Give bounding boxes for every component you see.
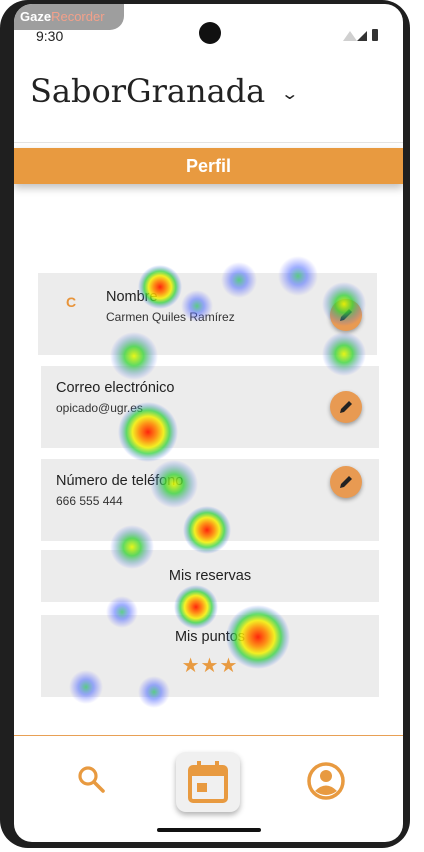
email-value: opicado@ugr.es	[56, 401, 143, 415]
pencil-icon	[340, 401, 352, 413]
email-card: Correo electrónico opicado@ugr.es	[41, 366, 379, 448]
account-icon	[307, 762, 345, 800]
battery-icon	[372, 29, 378, 41]
calendar-icon	[188, 761, 228, 803]
home-indicator	[157, 828, 261, 832]
nav-calendar-button[interactable]	[176, 752, 240, 812]
edit-name-button[interactable]	[330, 299, 362, 331]
app-screen: 9:30 SaborGranada ⌄ Perfil C Nombre Carm…	[14, 4, 403, 842]
phone-label: Número de teléfono	[56, 473, 184, 489]
status-icons	[343, 29, 383, 43]
phone-frame: 9:30 SaborGranada ⌄ Perfil C Nombre Carm…	[0, 0, 410, 848]
nav-search-button[interactable]	[76, 764, 106, 794]
nav-profile-button[interactable]	[306, 761, 346, 801]
search-icon	[78, 766, 105, 793]
phone-value: 666 555 444	[56, 494, 123, 508]
chevron-down-icon[interactable]: ⌄	[280, 84, 299, 104]
star-rating: ★★★	[181, 655, 239, 677]
pencil-icon	[340, 476, 352, 488]
reservations-label: Mis reservas	[168, 568, 252, 584]
name-value: Carmen Quiles Ramírez	[106, 310, 235, 324]
recorder-label: Recorder	[51, 9, 105, 24]
edit-phone-button[interactable]	[330, 466, 362, 498]
points-card[interactable]: Mis puntos ★★★	[41, 615, 379, 697]
status-time: 9:30	[36, 28, 64, 44]
wifi-icon	[343, 31, 357, 41]
edit-email-button[interactable]	[330, 391, 362, 423]
gaze-recorder-badge: GazeRecorder	[14, 4, 124, 30]
email-label: Correo electrónico	[56, 380, 175, 396]
signal-icon	[357, 31, 367, 41]
phone-card: Número de teléfono 666 555 444	[41, 459, 379, 541]
front-camera	[199, 22, 221, 44]
reservations-button[interactable]: Mis reservas	[41, 550, 379, 602]
points-label: Mis puntos	[174, 629, 246, 645]
app-title: SaborGranada	[30, 72, 266, 110]
divider	[14, 142, 403, 143]
avatar-initial: C	[66, 294, 77, 310]
nav-divider	[14, 735, 403, 736]
name-card: C Nombre Carmen Quiles Ramírez	[38, 273, 377, 355]
name-label: Nombre	[106, 289, 158, 305]
gaze-label: Gaze	[20, 9, 52, 24]
pencil-icon	[340, 309, 352, 321]
profile-header: Perfil	[14, 148, 403, 184]
